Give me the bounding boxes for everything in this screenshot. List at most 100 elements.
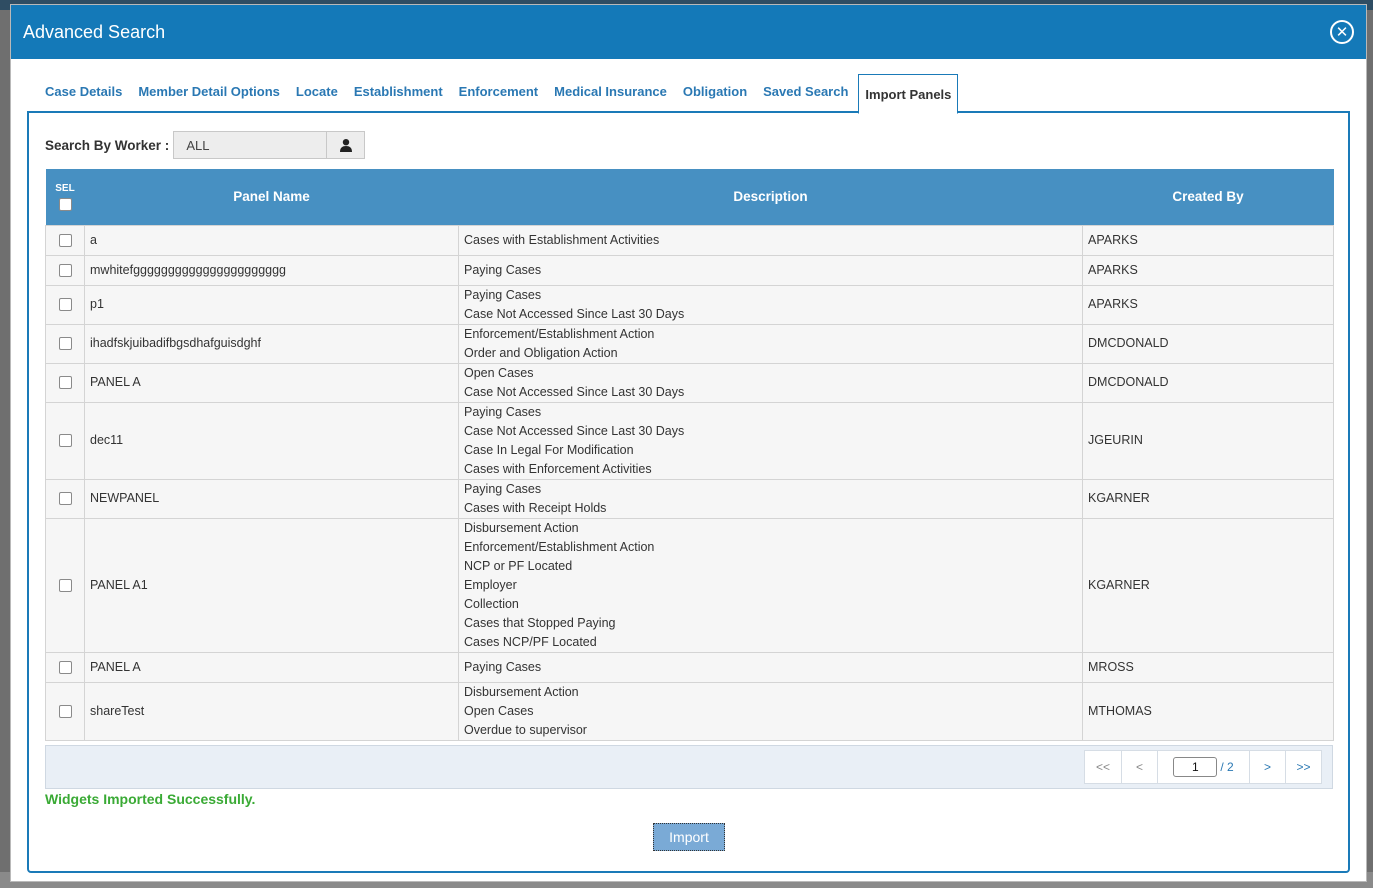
panel-name-cell: ihadfskjuibadifbgsdhafguisdghf	[84, 323, 459, 364]
table-row[interactable]: a Cases with Establishment Activities APAR…	[45, 224, 1334, 256]
table-row[interactable]: shareTest Disbursement Action Open Cases Ov…	[45, 681, 1334, 741]
tab-enforcement[interactable]: Enforcement	[451, 84, 546, 113]
tab-case-details[interactable]: Case Details	[37, 84, 130, 113]
row-select-cell	[45, 284, 85, 325]
modal-header: Advanced Search ✕	[11, 5, 1366, 59]
description-cell: Paying Cases Cases with Receipt Holds	[458, 478, 1083, 519]
description-line: Paying Cases	[464, 659, 542, 674]
row-checkbox[interactable]	[58, 660, 72, 674]
import-button[interactable]: Import	[653, 823, 725, 851]
tab-establishment[interactable]: Establishment	[346, 84, 451, 113]
tab-saved-search[interactable]: Saved Search	[755, 84, 856, 113]
worker-search-row: Search By Worker : ALL	[45, 131, 366, 159]
table-row[interactable]: mwhitefgggggggggggggggggggggg Paying Case…	[45, 254, 1334, 286]
created-by-cell: KGARNER	[1082, 478, 1334, 519]
description-line: Paying Cases	[464, 287, 542, 302]
modal-title: Advanced Search	[23, 21, 166, 42]
description-cell: Enforcement/Establishment Action Order an…	[458, 323, 1083, 364]
description-line: Open Cases	[464, 365, 534, 380]
description-line: Cases NCP/PF Located	[464, 634, 597, 649]
tab-member-detail-options[interactable]: Member Detail Options	[130, 84, 288, 113]
tab-obligation[interactable]: Obligation	[675, 84, 755, 113]
row-checkbox[interactable]	[58, 337, 72, 351]
panel-name-cell: dec11	[84, 401, 459, 480]
description-line: Case In Legal For Modification	[464, 442, 634, 457]
row-checkbox[interactable]	[58, 376, 72, 390]
panel-name-cell: PANEL A	[84, 362, 459, 403]
table-header-row: SEL Panel Name Description Created By	[45, 169, 1334, 225]
description-cell: Paying Cases	[458, 651, 1083, 683]
created-by-cell: APARKS	[1082, 284, 1334, 325]
description-line: Employer	[464, 577, 517, 592]
row-select-cell	[45, 681, 85, 741]
created-by-cell: APARKS	[1082, 254, 1334, 286]
created-by-cell: MTHOMAS	[1082, 681, 1334, 741]
panels-table-wrap: SEL Panel Name Description Created By aC…	[45, 169, 1334, 741]
description-cell: Disbursement Action Enforcement/Establish…	[458, 517, 1083, 653]
created-by-cell: DMCDONALD	[1082, 323, 1334, 364]
table-row[interactable]: ihadfskjuibadifbgsdhafguisdghf Enforcemen…	[45, 323, 1334, 364]
import-panels-content: Search By Worker : ALL SEL Panel Name De…	[27, 111, 1350, 873]
page-number-input[interactable]: 1	[1173, 757, 1218, 777]
row-select-cell	[45, 401, 85, 480]
worker-input[interactable]: ALL	[173, 131, 328, 159]
row-checkbox[interactable]	[58, 704, 72, 718]
panel-name-cell: PANEL A1	[84, 517, 459, 653]
panels-table: SEL Panel Name Description Created By aC…	[45, 169, 1334, 741]
next-page-button[interactable]: >	[1249, 751, 1285, 783]
status-message: Widgets Imported Successfully.	[45, 791, 256, 807]
description-line: Collection	[464, 596, 519, 611]
worker-label: Search By Worker :	[45, 137, 170, 153]
row-checkbox[interactable]	[58, 578, 72, 592]
description-cell: Paying Cases Case Not Accessed Since Last…	[458, 284, 1083, 325]
row-checkbox[interactable]	[58, 263, 72, 277]
table-row[interactable]: NEWPANEL Paying Cases Cases with Receipt H…	[45, 478, 1334, 519]
description-cell: Paying Cases Case Not Accessed Since Last…	[458, 401, 1083, 480]
pagination: << < 1 / 2 > >>	[1084, 750, 1322, 784]
last-page-button[interactable]: >>	[1285, 751, 1321, 783]
row-checkbox[interactable]	[58, 434, 72, 448]
description-line: Cases with Establishment Activities	[464, 232, 660, 247]
description-line: Open Cases	[464, 703, 534, 718]
description-cell: Open Cases Case Not Accessed Since Last 3…	[458, 362, 1083, 403]
table-row[interactable]: dec11 Paying Cases Case Not Accessed Since…	[45, 401, 1334, 480]
row-select-cell	[45, 651, 85, 683]
table-row[interactable]: PANEL A1 Disbursement Action Enforcement/E…	[45, 517, 1334, 653]
panel-name-cell: mwhitefgggggggggggggggggggggg	[84, 254, 459, 286]
description-line: Disbursement Action	[464, 684, 579, 699]
panel-name-cell: shareTest	[84, 681, 459, 741]
description-line: Order and Obligation Action	[464, 345, 618, 360]
panel-name-cell: PANEL A	[84, 651, 459, 683]
panel-name-cell: a	[84, 224, 459, 256]
row-select-cell	[45, 323, 85, 364]
tab-import-panels[interactable]: Import Panels	[858, 74, 959, 114]
panel-name-cell: NEWPANEL	[84, 478, 459, 519]
table-row[interactable]: p1 Paying Cases Case Not Accessed Since La…	[45, 284, 1334, 325]
row-checkbox[interactable]	[58, 492, 72, 506]
description-cell: Cases with Establishment Activities	[458, 224, 1083, 256]
advanced-search-modal: Advanced Search ✕ Case Details Member De…	[10, 4, 1367, 882]
created-by-cell: KGARNER	[1082, 517, 1334, 653]
row-checkbox[interactable]	[58, 298, 72, 312]
panel-name-cell: p1	[84, 284, 459, 325]
first-page-button[interactable]: <<	[1085, 751, 1121, 783]
header-description: Description	[458, 169, 1083, 225]
worker-lookup-button[interactable]	[327, 131, 366, 159]
header-created-by: Created By	[1082, 169, 1334, 225]
table-row[interactable]: PANEL A Open Cases Case Not Accessed Since…	[45, 362, 1334, 403]
description-cell: Paying Cases	[458, 254, 1083, 286]
row-select-cell	[45, 224, 85, 256]
select-all-checkbox[interactable]	[58, 197, 72, 211]
description-line: Case Not Accessed Since Last 30 Days	[464, 306, 685, 321]
row-select-cell	[45, 478, 85, 519]
tab-locate[interactable]: Locate	[288, 84, 346, 113]
description-line: Case Not Accessed Since Last 30 Days	[464, 384, 685, 399]
row-select-cell	[45, 362, 85, 403]
close-button[interactable]: ✕	[1330, 20, 1354, 44]
description-line: Cases that Stopped Paying	[464, 615, 616, 630]
table-row[interactable]: PANEL A Paying Cases MROSS	[45, 651, 1334, 683]
created-by-cell: APARKS	[1082, 224, 1334, 256]
tab-medical-insurance[interactable]: Medical Insurance	[546, 84, 675, 113]
row-checkbox[interactable]	[58, 233, 72, 247]
prev-page-button[interactable]: <	[1121, 751, 1157, 783]
